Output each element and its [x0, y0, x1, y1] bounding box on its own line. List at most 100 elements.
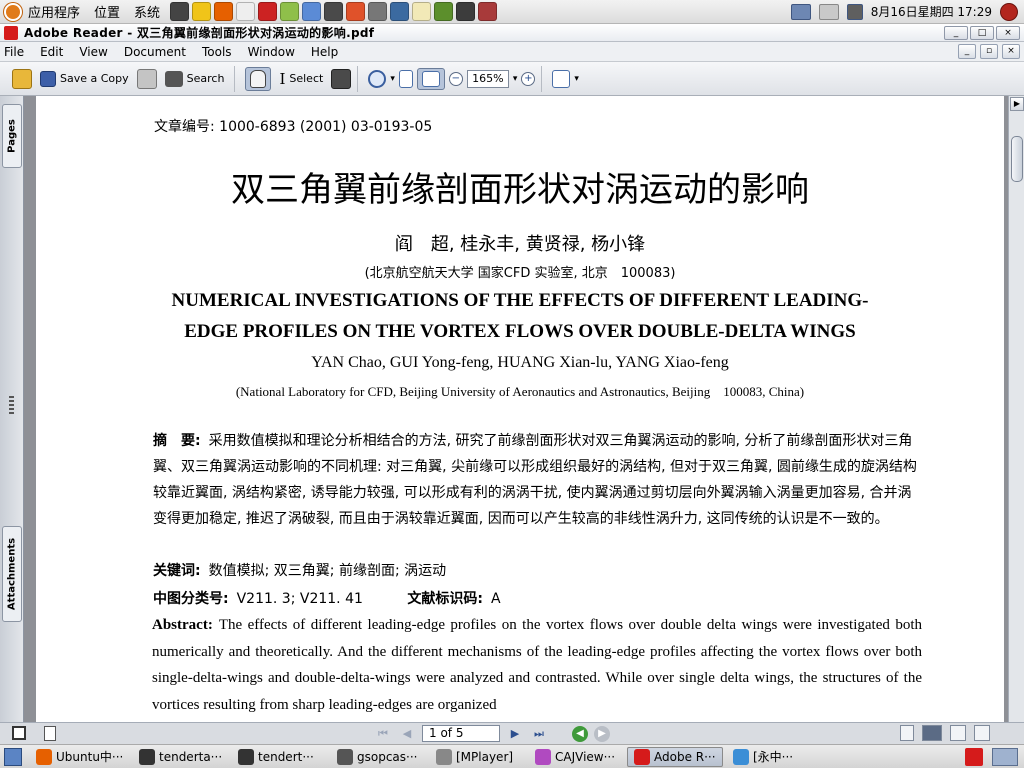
launcher-icon[interactable]	[434, 2, 454, 21]
classification-line: 中图分类号: V211. 3; V211. 41 文献标识码: A	[153, 588, 501, 608]
page-size-icon[interactable]	[44, 726, 56, 741]
document-view[interactable]: 文章编号: 1000-6893 (2001) 03-0193-05 双三角翼前缘…	[24, 96, 1008, 722]
facing-pages-icon[interactable]	[950, 725, 966, 741]
attachments-tab[interactable]: Attachments	[2, 526, 22, 622]
save-copy-button[interactable]: Save a Copy	[36, 69, 133, 89]
launcher-icon[interactable]	[412, 2, 432, 21]
menu-view[interactable]: View	[79, 45, 107, 59]
rotate-dropdown-icon[interactable]: ▾	[574, 74, 579, 84]
hand-tool-button[interactable]	[245, 66, 272, 91]
launcher-icon[interactable]	[170, 2, 190, 21]
continuous-page-icon[interactable]	[922, 725, 942, 741]
taskbar-item[interactable]: Ubuntu中···	[29, 747, 129, 767]
launcher-icon[interactable]	[478, 2, 498, 21]
go-back-icon[interactable]: ◀	[572, 725, 588, 742]
launcher-icon[interactable]	[236, 2, 256, 21]
last-page-icon[interactable]: ⏭	[530, 726, 548, 742]
zoom-dropdown-icon[interactable]: ▾	[390, 74, 395, 84]
clock[interactable]: 8月16日星期四 17:29	[871, 3, 992, 20]
previous-page-icon[interactable]: ◀	[398, 726, 416, 742]
menu-help[interactable]: Help	[311, 45, 338, 59]
go-forward-icon[interactable]: ▶	[594, 725, 610, 742]
fit-width-button[interactable]	[416, 67, 445, 90]
menu-applications[interactable]: 应用程序	[28, 2, 80, 21]
vertical-scrollbar[interactable]: ▶	[1008, 96, 1024, 722]
taskbar-item-label: gsopcas···	[357, 749, 418, 764]
zoom-level-field[interactable]: 165%	[466, 69, 509, 88]
rotate-view-icon[interactable]	[552, 69, 571, 88]
launcher-icon[interactable]	[214, 2, 234, 21]
menu-places[interactable]: 位置	[94, 2, 120, 21]
launcher-icon[interactable]	[390, 2, 410, 21]
next-page-icon[interactable]: ▶	[506, 726, 524, 742]
launcher-icon[interactable]	[280, 2, 300, 21]
chinese-affiliation: (北京航空航天大学 国家CFD 实验室, 北京 100083)	[364, 266, 676, 281]
page-number-field[interactable]: 1 of 5	[422, 725, 500, 742]
fit-page-icon[interactable]	[398, 69, 413, 88]
page-layout-icon[interactable]	[12, 726, 26, 740]
launcher-icon[interactable]	[302, 2, 322, 21]
print-icon[interactable]	[136, 68, 157, 89]
minimize-button[interactable]: _	[944, 25, 968, 40]
zoom-level-dropdown-icon[interactable]: ▾	[513, 74, 518, 84]
window-titlebar[interactable]: Adobe Reader - 双三角翼前缘剖面形状对涡运动的影响.pdf _ □…	[0, 24, 1024, 42]
zoom-in-button[interactable]: +	[521, 71, 536, 86]
top-panel: 应用程序 位置 系统 8月16日星期四 17:29	[0, 0, 1024, 24]
menu-tools[interactable]: Tools	[202, 45, 232, 59]
doc-code-label: 文献标识码:	[407, 591, 483, 607]
red-tray-icon[interactable]	[965, 747, 983, 766]
zoom-in-icon[interactable]	[368, 69, 387, 88]
launcher-icon[interactable]	[346, 2, 366, 21]
scrollbar-thumb[interactable]	[1011, 136, 1023, 182]
taskbar-app-icon	[733, 748, 749, 765]
menu-system[interactable]: 系统	[134, 2, 160, 21]
printer-icon[interactable]	[818, 3, 839, 20]
volume-icon[interactable]	[846, 3, 863, 20]
first-page-icon[interactable]: ⏮	[374, 726, 392, 742]
single-page-icon[interactable]	[900, 725, 914, 741]
binoculars-icon	[164, 70, 183, 87]
maximize-button[interactable]: □	[970, 25, 994, 40]
close-button[interactable]: ×	[996, 25, 1020, 40]
taskbar-item[interactable]: gsopcas···	[330, 747, 426, 767]
power-icon[interactable]	[1000, 2, 1018, 21]
doc-restore-button[interactable]: ▫	[980, 44, 998, 59]
launcher-icon[interactable]	[324, 2, 344, 21]
doc-minimize-button[interactable]: _	[958, 44, 976, 59]
pages-tab[interactable]: Pages	[2, 104, 22, 168]
panel-resize-grip[interactable]	[9, 396, 14, 414]
launcher-icon[interactable]	[258, 2, 278, 21]
launcher-icon[interactable]	[456, 2, 476, 21]
select-tool-button[interactable]: I Select	[275, 68, 327, 90]
pages-tab-label: Pages	[6, 119, 18, 153]
taskbar-item-label: [永中···	[753, 750, 794, 764]
taskbar-item[interactable]: tenderta···	[132, 747, 228, 767]
taskbar-app-icon	[36, 748, 52, 765]
menu-edit[interactable]: Edit	[40, 45, 63, 59]
taskbar-item[interactable]: CAJView···	[528, 747, 624, 767]
taskbar-item[interactable]: [永中···	[726, 747, 806, 767]
scroll-up-arrow-icon[interactable]: ▶	[1010, 97, 1024, 111]
menubar: File Edit View Document Tools Window Hel…	[0, 42, 1024, 62]
taskbar-item[interactable]: Adobe R···	[627, 746, 723, 767]
view-mode-icons	[900, 725, 990, 741]
open-folder-icon[interactable]	[12, 68, 32, 89]
launcher-icon[interactable]	[192, 2, 212, 21]
snapshot-icon[interactable]	[331, 68, 352, 89]
menu-file[interactable]: File	[4, 45, 24, 59]
zoom-out-button[interactable]: −	[448, 71, 463, 86]
search-button[interactable]: Search	[161, 69, 229, 89]
hand-icon	[250, 69, 267, 88]
ubuntu-logo-icon[interactable]	[4, 2, 22, 21]
continuous-facing-icon[interactable]	[974, 725, 990, 741]
taskbar-item[interactable]: [MPlayer]	[429, 747, 525, 767]
show-desktop-icon[interactable]	[4, 747, 22, 766]
taskbar-app-icon	[436, 748, 452, 765]
workspace-switcher-icon[interactable]	[992, 747, 1018, 766]
taskbar-item[interactable]: tendert···	[231, 747, 327, 767]
menu-window[interactable]: Window	[248, 45, 295, 59]
menu-document[interactable]: Document	[124, 45, 186, 59]
network-icon[interactable]	[790, 3, 811, 20]
doc-close-button[interactable]: ×	[1002, 44, 1020, 59]
launcher-icon[interactable]	[368, 2, 388, 21]
